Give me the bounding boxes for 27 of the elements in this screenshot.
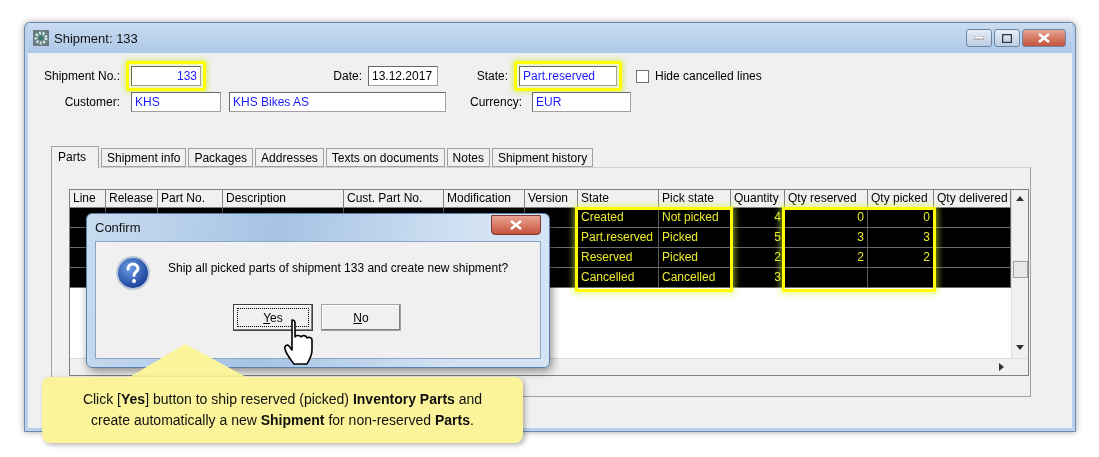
- table-cell: Picked: [659, 248, 731, 267]
- field-label: Customer:: [63, 95, 121, 109]
- field-label: State:: [475, 69, 509, 83]
- dialog-title: Confirm: [95, 220, 141, 235]
- table-cell: Reserved: [578, 248, 659, 267]
- field-label: Date:: [332, 69, 363, 83]
- checkbox-label: Hide cancelled lines: [655, 69, 762, 83]
- table-cell: Part.reserved: [578, 228, 659, 247]
- table-cell: Not picked: [659, 208, 731, 227]
- table-cell: 3: [785, 228, 868, 247]
- table-cell: Cancelled: [659, 268, 731, 287]
- table-cell: 2: [868, 248, 934, 267]
- table-cell: Cancelled: [578, 268, 659, 287]
- table-cell: Picked: [659, 228, 731, 247]
- table-cell: 0: [868, 208, 934, 227]
- table-cell: 2: [731, 248, 785, 267]
- table-cell: 3: [731, 268, 785, 287]
- table-cell: 0: [785, 208, 868, 227]
- dialog-message: Ship all picked parts of shipment 133 and create new shipment?: [168, 261, 509, 275]
- table-cell: Created: [578, 208, 659, 227]
- field-label: Currency:: [469, 95, 523, 109]
- table-cell: 2: [785, 248, 868, 267]
- table-cell: 3: [868, 228, 934, 247]
- table-cell: 4: [731, 208, 785, 227]
- table-cell: 5: [731, 228, 785, 247]
- window-title: Shipment: 133: [54, 30, 138, 46]
- field-label: Shipment No.:: [42, 69, 121, 83]
